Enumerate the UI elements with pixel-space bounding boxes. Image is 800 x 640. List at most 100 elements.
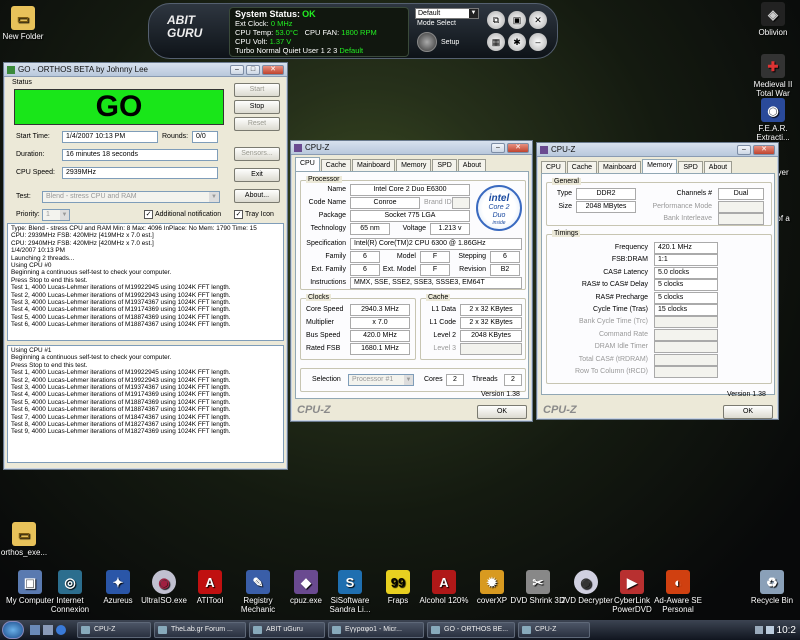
close-button[interactable]: ✕ bbox=[753, 144, 775, 155]
tab-about[interactable]: About bbox=[703, 161, 733, 173]
network-icon[interactable] bbox=[754, 626, 763, 634]
minimize-button[interactable]: – bbox=[737, 144, 751, 155]
volume-icon[interactable] bbox=[765, 626, 774, 634]
timing-label: Total CAS# (tRDRAM) bbox=[578, 355, 648, 363]
orthos-app-icon bbox=[7, 65, 15, 74]
desktop-icon-recycle-bin[interactable]: ♻ Recycle Bin bbox=[742, 570, 800, 605]
switch-windows-icon[interactable] bbox=[43, 625, 53, 635]
taskbar-clock[interactable]: 10:2 bbox=[777, 625, 796, 636]
start-button[interactable]: Start bbox=[234, 83, 280, 97]
tray-icon-checkbox[interactable]: ✓ bbox=[234, 210, 243, 219]
cpu-speed-field: 2939MHz bbox=[62, 167, 218, 179]
log-line: Test 4, 4000 Lucas-Lehmer iterations of … bbox=[11, 306, 231, 314]
start-orb-button[interactable] bbox=[2, 621, 24, 639]
cpu1-log[interactable]: Using CPU #1 Beginning a continuous self-… bbox=[7, 345, 284, 463]
powerdvd-icon: ▶ bbox=[620, 570, 644, 594]
reset-button[interactable]: Reset bbox=[234, 117, 280, 131]
tab-cpu[interactable]: CPU bbox=[541, 161, 566, 173]
orthos-titlebar[interactable]: GO - ORTHOS BETA by Johnny Lee – □ ✕ bbox=[4, 63, 287, 77]
cpu0-log[interactable]: Type: Blend - stress CPU and RAM Min: 8 … bbox=[7, 223, 284, 341]
taskbar-item[interactable]: TheLab.gr Forum ... bbox=[154, 622, 246, 638]
guru-close-icon[interactable]: ✕ bbox=[529, 11, 547, 29]
fear-icon: ◉ bbox=[761, 98, 785, 122]
threads-field: 2 bbox=[504, 374, 522, 386]
memory-size-field: 2048 MBytes bbox=[576, 201, 636, 213]
timing-label: Row To Column (tRCD) bbox=[575, 368, 648, 375]
guru-copy-icon[interactable]: ⧉ bbox=[487, 11, 505, 29]
maximize-button[interactable]: □ bbox=[246, 64, 260, 75]
guru-setup-knob[interactable] bbox=[417, 32, 437, 52]
timing-label: FSB:DRAM bbox=[611, 256, 648, 264]
timing-value bbox=[654, 353, 718, 366]
ext-family-field: 6 bbox=[350, 264, 380, 276]
desktop-icon-adaware[interactable]: ◐ Ad-Aware SE Personal bbox=[648, 570, 708, 614]
l1-code-field: 2 x 32 KBytes bbox=[460, 317, 522, 329]
timing-value: 15 clocks bbox=[654, 304, 718, 316]
multiplier-field: x 7.0 bbox=[350, 317, 410, 329]
tab-cache[interactable]: Cache bbox=[320, 159, 352, 171]
tab-mainboard[interactable]: Mainboard bbox=[598, 161, 642, 173]
tab-spd[interactable]: SPD bbox=[432, 159, 457, 171]
exit-button[interactable]: Exit bbox=[234, 168, 280, 182]
taskbar-item[interactable]: CPU-Z bbox=[518, 622, 590, 638]
guru-mode-buttons[interactable]: Turbo Normal Quiet User 1 2 3 bbox=[235, 46, 337, 55]
tab-cpu[interactable]: CPU bbox=[295, 157, 320, 171]
taskbar-item[interactable]: GO - ORTHOS BE... bbox=[427, 622, 515, 638]
folder-icon: ▭ bbox=[12, 522, 36, 546]
guru-grid-icon[interactable]: ▦ bbox=[487, 33, 505, 51]
timing-label: Bank Cycle Time (Trc) bbox=[579, 318, 648, 326]
guru-minimize-icon[interactable]: – bbox=[529, 33, 547, 51]
tab-spd[interactable]: SPD bbox=[678, 161, 703, 173]
tab-cache[interactable]: Cache bbox=[566, 161, 598, 173]
cpuz-memory-titlebar[interactable]: CPU-Z – ✕ bbox=[537, 143, 778, 157]
desktop-icon-oblivion[interactable]: ◈ Oblivion bbox=[746, 2, 800, 37]
ie-icon[interactable] bbox=[56, 625, 66, 635]
show-desktop-icon[interactable] bbox=[30, 625, 40, 635]
timing-label: RAS# Precharge bbox=[595, 293, 648, 301]
processor-select[interactable]: Processor #1 ▼ bbox=[348, 374, 414, 386]
timing-value: 5 clocks bbox=[654, 291, 718, 304]
guru-fan-icon[interactable]: ✱ bbox=[508, 33, 526, 51]
cpuz-cpu-titlebar[interactable]: CPU-Z – ✕ bbox=[291, 141, 532, 155]
minimize-button[interactable]: – bbox=[230, 64, 244, 75]
guru-logo: ABIT GURU bbox=[167, 13, 203, 40]
frog-icon: ✦ bbox=[106, 570, 130, 594]
close-button[interactable]: ✕ bbox=[507, 142, 529, 153]
taskbar-item[interactable]: ABIT uGuru bbox=[249, 622, 325, 638]
log-line: Beginning a continuous self-test to chec… bbox=[11, 269, 172, 277]
taskbar-item[interactable]: CPU-Z bbox=[77, 622, 151, 638]
additional-notification-checkbox[interactable]: ✓ bbox=[144, 210, 153, 219]
intel-core2-duo-logo: intel Core 2 Duo inside bbox=[476, 185, 522, 231]
cpuz-app-icon bbox=[294, 143, 302, 152]
desktop-icon-fear[interactable]: ◉ F.E.A.R. Extracti... bbox=[746, 98, 800, 142]
desktop-icon-orthos[interactable]: ▭ orthos_exe... bbox=[0, 522, 48, 557]
taskbar-item[interactable]: Εγγραφο1 - Micr... bbox=[328, 622, 424, 638]
desktop-icon-medieval[interactable]: ✚ Medieval II Total War bbox=[746, 54, 800, 98]
log-line: Test 5, 4000 Lucas-Lehmer iterations of … bbox=[11, 398, 231, 406]
duration-field: 16 minutes 18 seconds bbox=[62, 149, 218, 161]
tab-memory[interactable]: Memory bbox=[642, 159, 678, 173]
log-line: 1/4/2007 10:13 PM bbox=[11, 247, 66, 255]
tab-memory[interactable]: Memory bbox=[396, 159, 432, 171]
test-select[interactable]: Blend - stress CPU and RAM ▼ bbox=[42, 191, 220, 203]
guru-window-icon[interactable]: ▣ bbox=[508, 11, 526, 29]
tab-mainboard[interactable]: Mainboard bbox=[352, 159, 396, 171]
cpuz-app-icon bbox=[540, 145, 548, 154]
star-icon: ✹ bbox=[480, 570, 504, 594]
cpuz-cpu-panel: Processor Name Intel Core 2 Duo E6300 Co… bbox=[295, 171, 529, 399]
guru-mode-dropdown[interactable]: Default ▼ bbox=[415, 8, 479, 19]
sensors-button[interactable]: Sensors... bbox=[234, 147, 280, 161]
minimize-button[interactable]: – bbox=[491, 142, 505, 153]
tab-about[interactable]: About bbox=[457, 159, 487, 171]
stop-button[interactable]: Stop bbox=[234, 100, 280, 114]
close-button[interactable]: ✕ bbox=[262, 64, 284, 75]
guru-readout: System Status: OK Ext Clock: 0 MHz CPU T… bbox=[229, 7, 409, 57]
about-button[interactable]: About... bbox=[234, 189, 280, 203]
priority-select[interactable]: 1 ▼ bbox=[42, 209, 70, 221]
chevron-down-icon: ▼ bbox=[469, 9, 478, 18]
alcohol-icon: A bbox=[432, 570, 456, 594]
recycle-bin-icon: ♻ bbox=[760, 570, 784, 594]
ok-button[interactable]: OK bbox=[723, 405, 773, 419]
desktop-icon-new-folder[interactable]: ▭ New Folder bbox=[0, 6, 46, 41]
ok-button[interactable]: OK bbox=[477, 405, 527, 419]
